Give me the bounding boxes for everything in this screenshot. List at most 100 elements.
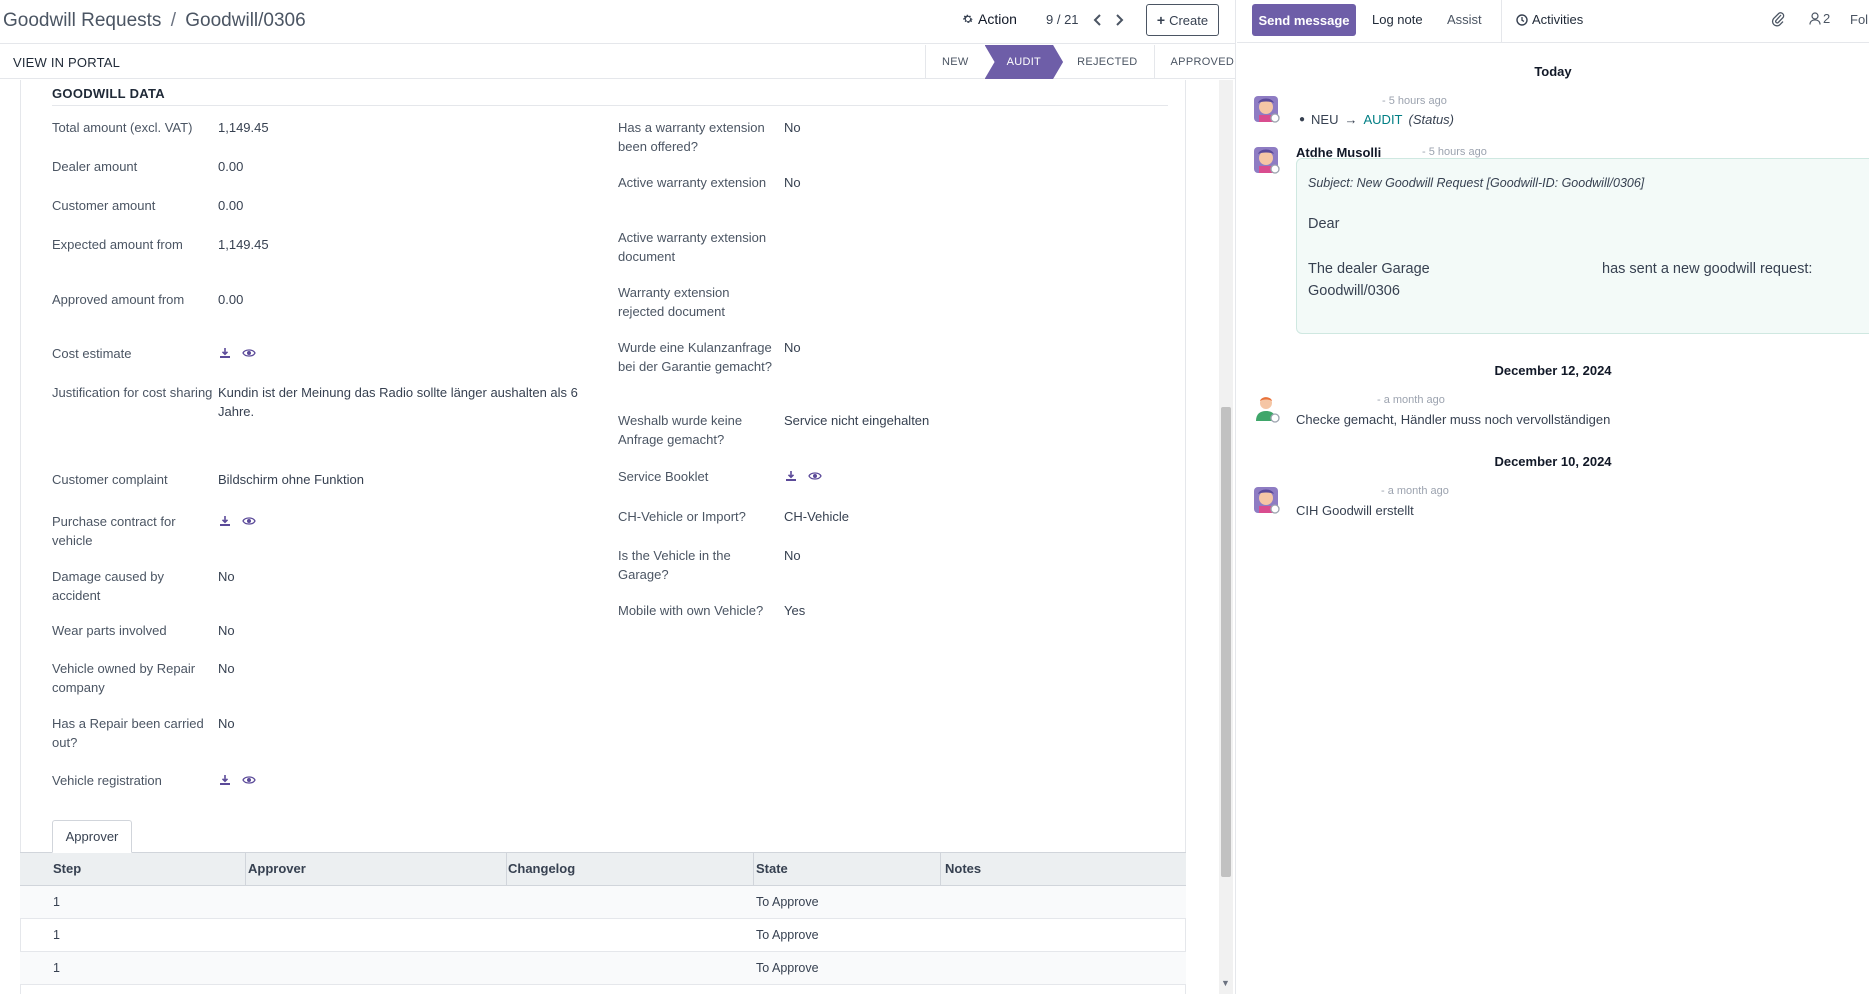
log-note-button[interactable]: Log note bbox=[1372, 12, 1423, 27]
form-view: Goodwill Requests / Goodwill/0306 Action… bbox=[0, 0, 1236, 994]
eye-icon[interactable] bbox=[242, 346, 256, 360]
assist-button[interactable]: Assist bbox=[1447, 12, 1482, 27]
avatar[interactable] bbox=[1251, 144, 1281, 174]
avatar-woman-icon bbox=[1254, 487, 1280, 514]
stage-new[interactable]: NEW bbox=[926, 45, 985, 79]
create-label: Create bbox=[1169, 12, 1209, 28]
chevron-left-icon bbox=[1093, 14, 1101, 26]
field-value[interactable]: No bbox=[784, 173, 1144, 192]
chevron-right-icon bbox=[1116, 14, 1124, 26]
message-time: - a month ago bbox=[1377, 394, 1445, 406]
action-button[interactable]: Action bbox=[962, 11, 1017, 27]
field-label: Active warranty extension bbox=[618, 175, 767, 190]
avatar[interactable] bbox=[1251, 484, 1281, 514]
table-row[interactable]: 1 To Approve bbox=[20, 919, 1186, 952]
date-separator: Today bbox=[1534, 64, 1572, 79]
attachment-button[interactable] bbox=[1771, 11, 1785, 30]
field-value[interactable]: No bbox=[218, 567, 583, 586]
paperclip-icon bbox=[1771, 12, 1785, 27]
email-greeting: Dear bbox=[1308, 216, 1340, 232]
plus-icon: + bbox=[1156, 12, 1166, 28]
download-icon[interactable] bbox=[218, 773, 232, 787]
eye-icon[interactable] bbox=[242, 773, 256, 787]
pager-value[interactable]: 9 / 21 bbox=[1046, 12, 1079, 27]
download-icon[interactable] bbox=[784, 469, 798, 483]
stage-rejected[interactable]: REJECTED bbox=[1063, 45, 1155, 79]
send-message-button[interactable]: Send message bbox=[1252, 4, 1356, 36]
user-icon bbox=[1809, 12, 1821, 25]
stage-approved[interactable]: APPROVED bbox=[1155, 45, 1251, 79]
field-label: Weshalb wurde keine Anfrage gemacht? bbox=[618, 413, 743, 447]
field-label: Purchase contract for vehicle bbox=[52, 514, 176, 548]
breadcrumb-separator: / bbox=[170, 10, 176, 31]
control-panel: Goodwill Requests / Goodwill/0306 Action… bbox=[0, 0, 1236, 44]
status-bar: VIEW IN PORTAL NEW AUDIT REJECTED APPROV… bbox=[0, 45, 1236, 79]
avatar-man-icon bbox=[1256, 397, 1280, 423]
breadcrumb-parent-link[interactable]: Goodwill Requests bbox=[3, 10, 161, 31]
field-value[interactable]: Bildschirm ohne Funktion bbox=[218, 470, 583, 489]
follow-button[interactable]: Fol bbox=[1850, 12, 1868, 27]
breadcrumb-current: Goodwill/0306 bbox=[185, 10, 306, 31]
table-row[interactable]: 1 To Approve bbox=[20, 952, 1186, 985]
create-button[interactable]: + Create bbox=[1146, 4, 1219, 36]
tracking-old-value: NEU bbox=[1311, 112, 1339, 127]
column-header-notes[interactable]: Notes bbox=[945, 861, 981, 876]
followers-button[interactable]: 2 bbox=[1809, 11, 1830, 26]
field-label: Is the Vehicle in the Garage? bbox=[618, 548, 731, 582]
scroll-down-arrow[interactable]: ▼ bbox=[1221, 978, 1230, 988]
pager-next-button[interactable] bbox=[1110, 8, 1128, 32]
gear-icon bbox=[963, 14, 973, 23]
field-value[interactable]: Yes bbox=[784, 601, 1144, 620]
field-value[interactable]: 0.00 bbox=[218, 290, 583, 309]
email-body-start: The dealer Garage bbox=[1308, 261, 1430, 277]
download-icon[interactable] bbox=[218, 514, 232, 528]
breadcrumb: Goodwill Requests / Goodwill/0306 bbox=[3, 10, 306, 32]
activities-button[interactable]: Activities bbox=[1516, 12, 1583, 27]
column-header-approver[interactable]: Approver bbox=[248, 861, 306, 876]
field-value[interactable]: Service nicht eingehalten bbox=[784, 411, 1144, 430]
field-label: Warranty extension rejected document bbox=[618, 285, 730, 319]
table-cell-step: 1 bbox=[53, 961, 60, 975]
file-actions bbox=[218, 773, 256, 787]
tab-approver[interactable]: Approver bbox=[52, 820, 132, 853]
field-value[interactable]: 1,149.45 bbox=[218, 118, 583, 137]
avatar-woman-icon bbox=[1254, 147, 1280, 174]
field-label: Has a Repair been carried out? bbox=[52, 716, 204, 750]
tracking-change: ● NEU → AUDIT (Status) bbox=[1299, 112, 1454, 127]
field-value[interactable]: No bbox=[218, 714, 583, 733]
column-header-state[interactable]: State bbox=[756, 861, 788, 876]
field-value[interactable]: 0.00 bbox=[218, 196, 583, 215]
field-value[interactable]: 0.00 bbox=[218, 157, 583, 176]
table-row[interactable]: 1 To Approve bbox=[20, 886, 1186, 919]
email-body-reference: Goodwill/0306 bbox=[1308, 283, 1400, 299]
avatar[interactable] bbox=[1251, 93, 1281, 123]
email-subject: Subject: New Goodwill Request [Goodwill-… bbox=[1308, 176, 1645, 190]
field-value[interactable]: No bbox=[784, 546, 1144, 565]
field-value[interactable]: No bbox=[784, 338, 1144, 357]
eye-icon[interactable] bbox=[242, 514, 256, 528]
scrollbar-thumb[interactable] bbox=[1221, 407, 1231, 877]
field-label: Mobile with own Vehicle? bbox=[618, 603, 764, 618]
field-value[interactable]: No bbox=[218, 621, 583, 640]
pager-previous-button[interactable] bbox=[1089, 8, 1107, 32]
field-value[interactable]: No bbox=[218, 659, 583, 678]
topbar-divider bbox=[1501, 0, 1502, 43]
file-actions bbox=[784, 469, 822, 483]
avatar-woman-icon bbox=[1254, 96, 1280, 123]
view-in-portal-link[interactable]: VIEW IN PORTAL bbox=[13, 55, 120, 70]
column-header-changelog[interactable]: Changelog bbox=[508, 861, 575, 876]
activities-label: Activities bbox=[1532, 12, 1584, 27]
avatar[interactable] bbox=[1251, 393, 1281, 423]
stage-audit[interactable]: AUDIT bbox=[985, 45, 1064, 79]
bullet: ● bbox=[1299, 114, 1306, 125]
field-value[interactable]: 1,149.45 bbox=[218, 235, 583, 254]
approver-table-header: Step Approver Changelog State Notes bbox=[20, 853, 1186, 886]
column-header-step[interactable]: Step bbox=[53, 861, 81, 876]
chatter-topbar: Send message Log note Assist Activities … bbox=[1237, 0, 1869, 43]
eye-icon[interactable] bbox=[808, 469, 822, 483]
column-divider bbox=[940, 853, 941, 886]
download-icon[interactable] bbox=[218, 346, 232, 360]
field-value[interactable]: No bbox=[784, 118, 1144, 137]
field-value[interactable]: Kundin ist der Meinung das Radio sollte … bbox=[218, 383, 583, 421]
field-value[interactable]: CH-Vehicle bbox=[784, 507, 1144, 526]
